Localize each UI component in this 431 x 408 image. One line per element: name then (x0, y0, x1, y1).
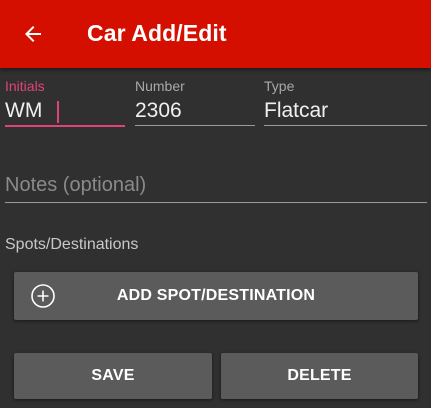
number-label: Number (135, 78, 185, 94)
notes-underline (5, 202, 427, 203)
back-button[interactable] (14, 15, 52, 53)
number-underline (135, 125, 255, 126)
add-spot-destination-label: ADD SPOT/DESTINATION (116, 287, 316, 304)
add-circle-icon (31, 284, 55, 308)
page-title: Car Add/Edit (87, 20, 227, 46)
number-field[interactable]: Number 2306 (135, 78, 255, 138)
car-add-edit-screen: Car Add/Edit Initials WM Number 2306 Typ… (0, 0, 431, 408)
delete-button[interactable]: DELETE (221, 353, 418, 399)
initials-underline (5, 125, 125, 127)
spots-section-label: Spots/Destinations (5, 236, 139, 253)
type-field[interactable]: Type Flatcar (264, 78, 427, 138)
initials-value[interactable]: WM (5, 99, 42, 123)
delete-label: DELETE (287, 367, 352, 384)
initials-label: Initials (5, 78, 45, 94)
initials-field[interactable]: Initials WM (5, 78, 125, 138)
type-label: Type (264, 78, 295, 94)
arrow-left-icon (25, 26, 41, 42)
text-cursor (57, 101, 59, 123)
save-label: SAVE (91, 367, 135, 384)
type-value[interactable]: Flatcar (264, 99, 328, 123)
app-bar: Car Add/Edit (0, 0, 431, 68)
type-underline (264, 125, 427, 126)
save-button[interactable]: SAVE (14, 353, 212, 399)
notes-input[interactable]: Notes (optional) (5, 174, 146, 197)
add-spot-destination-button[interactable]: ADD SPOT/DESTINATION (14, 272, 418, 320)
number-value[interactable]: 2306 (135, 99, 182, 123)
